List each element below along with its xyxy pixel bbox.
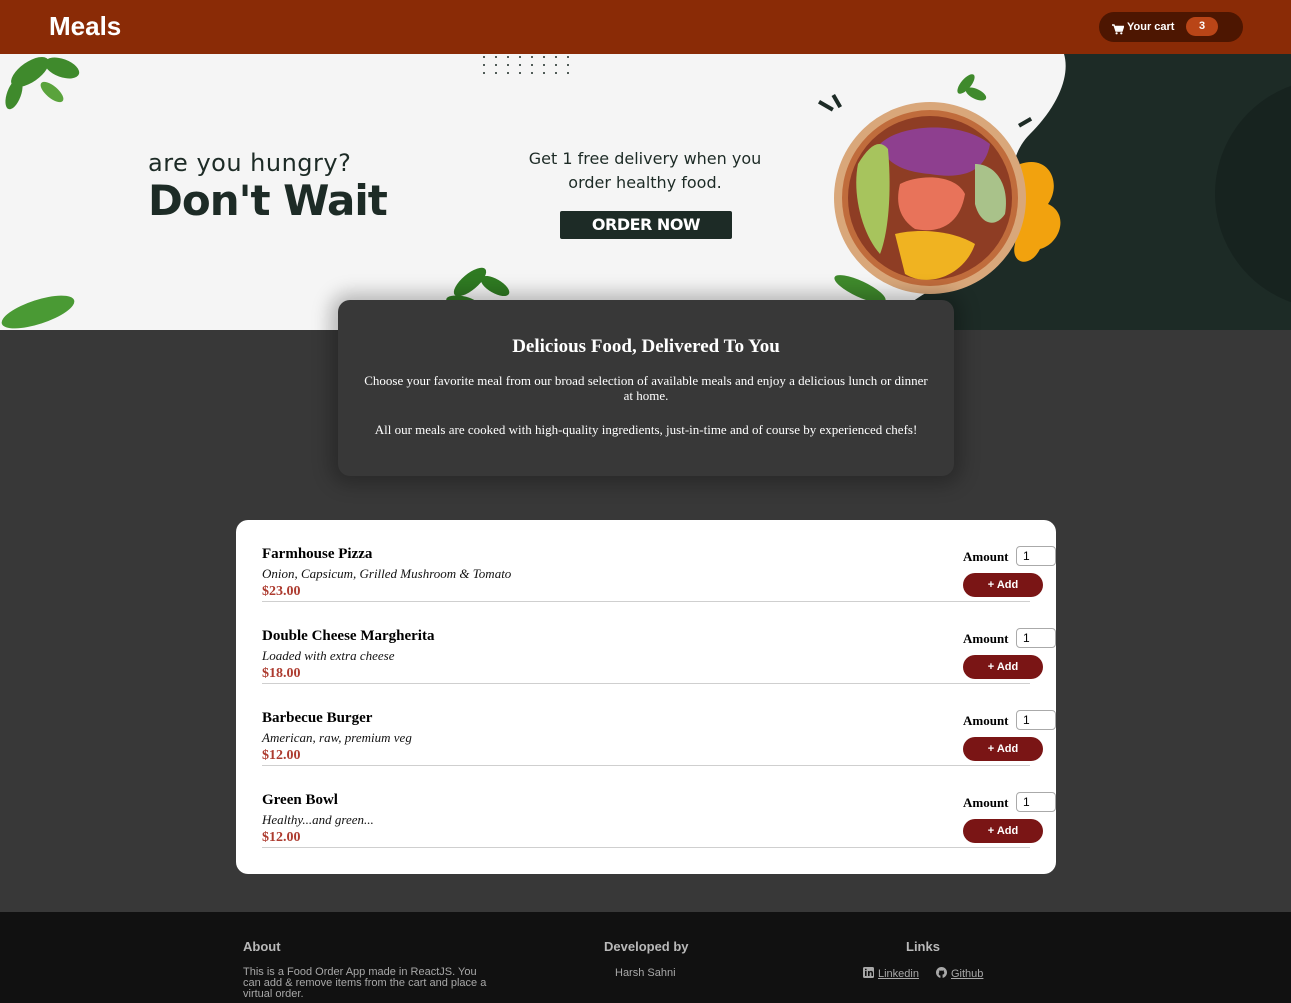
shopping-cart-icon	[1112, 22, 1125, 34]
amount-label: Amount	[963, 795, 1009, 810]
header: Meals Your cart 3	[0, 0, 1291, 54]
meal-item: Barbecue Burger American, raw, premium v…	[262, 684, 1056, 766]
promo-line-1: Get 1 free delivery when you	[528, 149, 762, 168]
meal-item: Green Bowl Healthy...and green... $12.00…	[262, 766, 1056, 848]
meal-name: Double Cheese Margherita	[262, 628, 435, 644]
meal-description: Onion, Capsicum, Grilled Mushroom & Toma…	[262, 566, 512, 581]
amount-input[interactable]	[1016, 710, 1056, 730]
github-label: Github	[951, 968, 984, 980]
hero-banner: are you hungry? Don't Wait Get 1 free de…	[0, 54, 1291, 330]
footer: About This is a Food Order App made in R…	[0, 912, 1291, 1003]
add-button[interactable]: + Add	[963, 737, 1043, 761]
github-link[interactable]: Github	[936, 967, 983, 981]
meal-name: Farmhouse Pizza	[262, 546, 373, 562]
footer-about-text: This is a Food Order App made in ReactJS…	[243, 966, 487, 1000]
cart-count-badge: 3	[1186, 17, 1218, 36]
promo-line-2: order healthy food.	[568, 173, 722, 192]
order-now-button[interactable]: ORDER NOW	[560, 211, 732, 239]
meal-price: $18.00	[262, 666, 301, 681]
summary-paragraph-1: Choose your favorite meal from our broad…	[364, 373, 928, 403]
meal-description: American, raw, premium veg	[262, 730, 412, 745]
banner-tagline: are you hungry?	[148, 149, 352, 177]
amount-label: Amount	[963, 549, 1009, 564]
amount-input[interactable]	[1016, 792, 1056, 812]
banner-headline: Don't Wait	[148, 176, 388, 225]
amount-input[interactable]	[1016, 628, 1056, 648]
meal-price: $12.00	[262, 748, 301, 763]
meal-description: Loaded with extra cheese	[262, 648, 395, 663]
banner-promo: Get 1 free delivery when you order healt…	[500, 147, 790, 195]
summary-paragraph-2: All our meals are cooked with high-quali…	[374, 422, 918, 437]
linkedin-link[interactable]: Linkedin	[863, 967, 919, 981]
meal-name: Green Bowl	[262, 792, 338, 808]
meal-item: Farmhouse Pizza Onion, Capsicum, Grilled…	[262, 520, 1056, 602]
footer-developed-heading: Developed by	[604, 939, 689, 954]
amount-label: Amount	[963, 631, 1009, 646]
linkedin-icon	[863, 967, 874, 981]
meal-item: Double Cheese Margherita Loaded with ext…	[262, 602, 1056, 684]
summary-title: Delicious Food, Delivered To You	[512, 336, 780, 357]
meal-price: $23.00	[262, 584, 301, 599]
add-button[interactable]: + Add	[963, 573, 1043, 597]
amount-label: Amount	[963, 713, 1009, 728]
amount-input[interactable]	[1016, 546, 1056, 566]
cart-label: Your cart	[1127, 21, 1175, 33]
linkedin-label: Linkedin	[878, 968, 919, 980]
meals-list: Farmhouse Pizza Onion, Capsicum, Grilled…	[236, 520, 1056, 874]
meal-price: $12.00	[262, 830, 301, 845]
cart-button[interactable]: Your cart 3	[1099, 12, 1243, 42]
meal-name: Barbecue Burger	[262, 710, 373, 726]
add-button[interactable]: + Add	[963, 655, 1043, 679]
footer-links-heading: Links	[906, 939, 940, 954]
dots-decoration	[483, 56, 569, 74]
footer-developer-name: Harsh Sahni	[615, 967, 676, 979]
summary-card: Delicious Food, Delivered To You Choose …	[338, 300, 954, 476]
github-icon	[936, 967, 947, 981]
logo: Meals	[49, 11, 122, 41]
footer-about-heading: About	[243, 939, 281, 954]
add-button[interactable]: + Add	[963, 819, 1043, 843]
meal-description: Healthy...and green...	[262, 812, 374, 827]
